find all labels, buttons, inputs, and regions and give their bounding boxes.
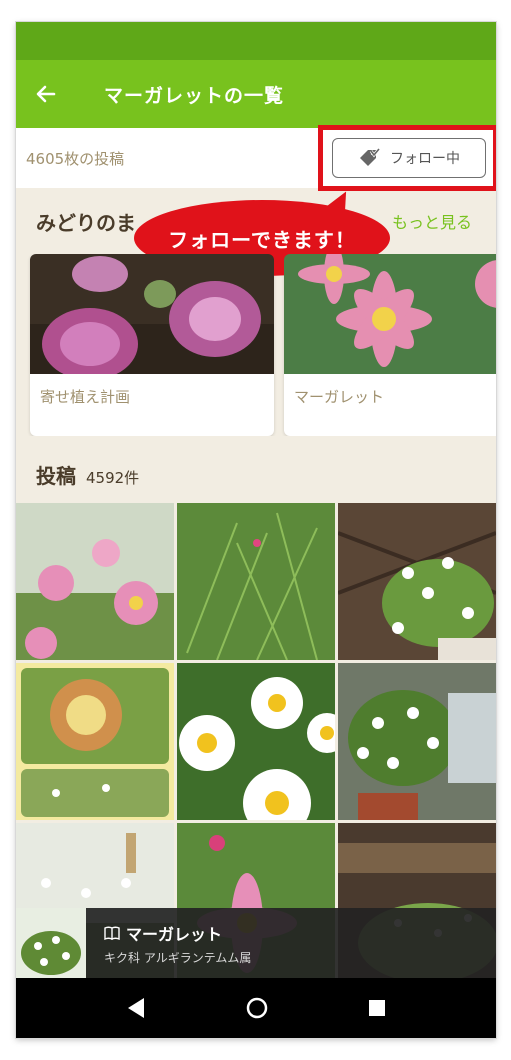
status-bar	[16, 22, 496, 60]
book-icon	[104, 926, 120, 940]
collections-title: みどりのま	[36, 210, 136, 235]
photo-tile[interactable]	[177, 663, 335, 820]
photo-tile[interactable]	[338, 663, 496, 820]
follow-button[interactable]: フォロー中	[332, 138, 486, 178]
collection-card[interactable]: マーガレット	[284, 254, 496, 436]
callout-text: フォローできます！	[168, 227, 356, 252]
more-link[interactable]: もっと見る	[392, 209, 472, 233]
nav-home-icon[interactable]	[245, 996, 269, 1020]
page-title: マーガレットの一覧	[104, 84, 285, 107]
posts-header: 投稿 4592件	[16, 436, 496, 503]
posts-count: 4592件	[86, 469, 140, 487]
follow-button-label: フォロー中	[390, 151, 460, 167]
collection-card[interactable]: 寄せ植え計画	[30, 254, 274, 436]
post-count-text: 4605枚の投稿	[26, 149, 125, 168]
tag-check-icon	[360, 148, 380, 166]
post-count-bar: 4605枚の投稿 フォロー中	[16, 125, 496, 191]
phone-screen: マーガレットの一覧 4605枚の投稿 フォロー中 みどりのま もっと見る フォロ…	[16, 22, 496, 1038]
plant-name-row: マーガレット	[104, 921, 251, 945]
photo-tile[interactable]	[177, 503, 335, 660]
photo-tile[interactable]	[338, 503, 496, 660]
nav-back-icon[interactable]	[126, 997, 146, 1019]
plant-info-bar[interactable]: マーガレット キク科 アルギランテムム属	[16, 908, 496, 978]
system-nav-bar	[16, 978, 496, 1038]
back-button[interactable]	[16, 60, 76, 128]
plant-thumbnail	[16, 908, 86, 978]
card-image	[284, 254, 496, 374]
card-label: マーガレット	[294, 388, 385, 406]
nav-recents-icon[interactable]	[368, 999, 386, 1017]
app-bar: マーガレットの一覧	[16, 60, 496, 128]
card-label: 寄せ植え計画	[40, 388, 131, 406]
card-image	[30, 254, 274, 374]
plant-classification: キク科 アルギランテムム属	[104, 950, 252, 965]
plant-name: マーガレット	[126, 924, 223, 944]
posts-title: 投稿	[36, 464, 76, 488]
plant-info-text: マーガレット キク科 アルギランテムム属	[104, 921, 251, 966]
arrow-left-icon	[36, 85, 56, 103]
photo-tile[interactable]	[16, 503, 174, 660]
collection-cards: 寄せ植え計画 マーガレット	[16, 254, 496, 436]
photo-tile[interactable]	[16, 663, 174, 820]
